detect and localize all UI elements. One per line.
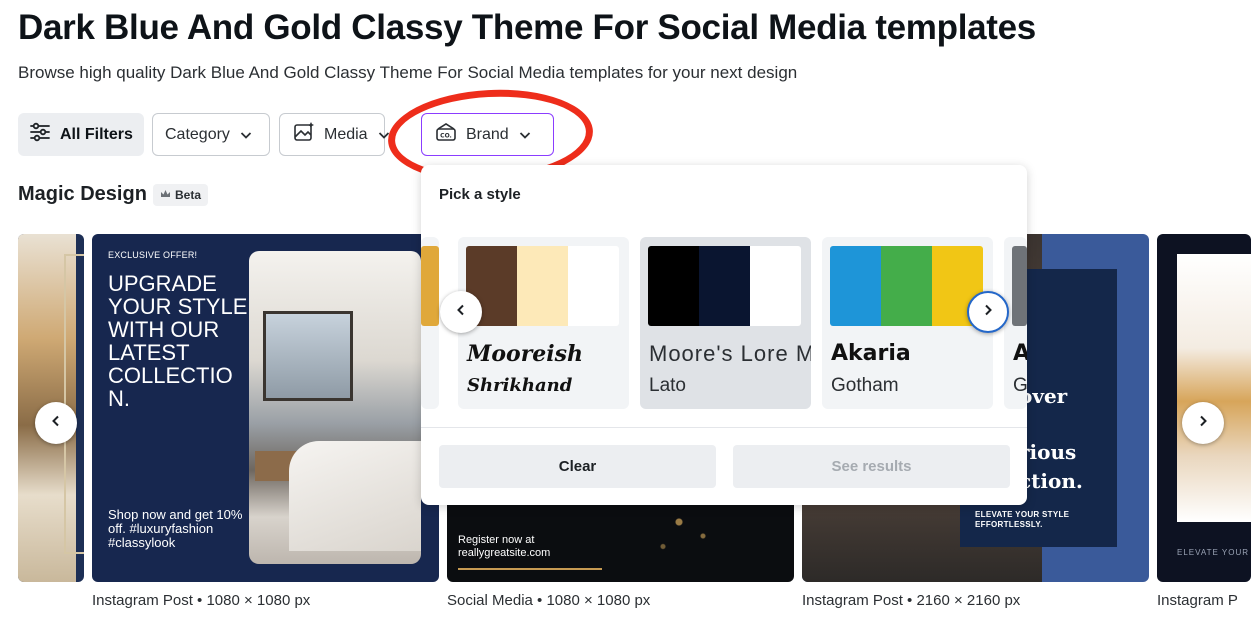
beta-label: Beta bbox=[175, 188, 202, 202]
template-caption: Instagram P bbox=[1157, 592, 1238, 609]
page-title: Dark Blue And Gold Classy Theme For Soci… bbox=[18, 8, 1036, 47]
style-option-partial-right[interactable]: A G bbox=[1004, 237, 1027, 409]
color-swatch bbox=[568, 246, 619, 326]
style-font-primary: A bbox=[1013, 341, 1027, 366]
style-font-primary: Mooreish bbox=[467, 341, 584, 367]
style-font-primary: Akaria bbox=[831, 341, 911, 366]
styles-prev-button[interactable] bbox=[440, 291, 482, 333]
color-swatch bbox=[750, 246, 801, 326]
popover-divider bbox=[421, 427, 1027, 428]
card-footer-text: Shop now and get 10% off. #luxuryfashion… bbox=[108, 507, 243, 550]
styles-next-button[interactable] bbox=[967, 291, 1009, 333]
color-swatches bbox=[830, 246, 983, 326]
room-window bbox=[263, 311, 353, 401]
gold-frame bbox=[64, 254, 84, 554]
media-label: Media bbox=[324, 125, 368, 143]
sliders-icon bbox=[28, 120, 52, 149]
color-swatch bbox=[421, 246, 439, 326]
section-title: Magic Design bbox=[18, 183, 147, 205]
card-register-text: Register now at reallygreatsite.com bbox=[458, 534, 551, 559]
popover-title: Pick a style bbox=[439, 186, 521, 203]
clear-button[interactable]: Clear bbox=[439, 445, 716, 488]
color-swatch bbox=[1012, 246, 1027, 326]
color-swatch bbox=[881, 246, 932, 326]
style-font-secondary: G bbox=[1013, 375, 1027, 396]
card-tagline: ELEVATE YOUR STYLE EFFORTLESSLY. bbox=[975, 510, 1070, 529]
style-font-secondary: Lato bbox=[649, 375, 686, 396]
crown-icon bbox=[160, 188, 171, 202]
category-label: Category bbox=[165, 125, 230, 143]
all-filters-label: All Filters bbox=[60, 125, 133, 143]
room-sofa bbox=[289, 441, 421, 551]
template-caption: Social Media • 1080 × 1080 px bbox=[447, 592, 651, 609]
media-image-icon bbox=[292, 120, 316, 149]
card-text-line2: rious bbox=[1019, 440, 1077, 464]
living-room-photo bbox=[249, 251, 421, 564]
all-filters-button[interactable]: All Filters bbox=[18, 113, 144, 156]
see-results-button[interactable]: See results bbox=[733, 445, 1010, 488]
color-swatch bbox=[648, 246, 699, 326]
carousel-next-button[interactable] bbox=[1182, 402, 1224, 444]
gold-underline bbox=[458, 568, 602, 570]
color-swatches bbox=[648, 246, 801, 326]
template-caption: Instagram Post • 1080 × 1080 px bbox=[92, 592, 311, 609]
card-text-line3: ction. bbox=[1019, 469, 1083, 493]
color-swatch bbox=[830, 246, 881, 326]
page-subtitle: Browse high quality Dark Blue And Gold C… bbox=[18, 63, 798, 82]
carousel-prev-button[interactable] bbox=[35, 402, 77, 444]
chevron-down-icon bbox=[238, 127, 254, 143]
style-font-secondary: Gotham bbox=[831, 375, 899, 396]
style-option-akaria[interactable]: Akaria Gotham bbox=[822, 237, 993, 409]
style-font-primary: Moore's Lore M bbox=[649, 341, 811, 366]
color-swatches bbox=[466, 246, 619, 326]
chevron-left-icon bbox=[49, 414, 63, 433]
color-swatch bbox=[517, 246, 568, 326]
style-option-moores-lore[interactable]: Moore's Lore M Lato bbox=[640, 237, 811, 409]
chevron-right-icon bbox=[981, 303, 995, 322]
style-option-mooreish[interactable]: Mooreish Shrikhand bbox=[458, 237, 629, 409]
style-option-partial[interactable] bbox=[421, 237, 439, 409]
jewelry-photo bbox=[1177, 254, 1251, 522]
color-swatches bbox=[421, 246, 439, 326]
color-swatch bbox=[699, 246, 750, 326]
category-dropdown[interactable]: Category bbox=[152, 113, 270, 156]
color-swatches bbox=[1012, 246, 1027, 326]
template-caption: Instagram Post • 2160 × 2160 px bbox=[802, 592, 1021, 609]
template-card-upgrade-style[interactable]: EXCLUSIVE OFFER! UPGRADE YOUR STYLE WITH… bbox=[92, 234, 439, 582]
beta-badge: Beta bbox=[153, 184, 209, 206]
style-font-secondary: Shrikhand bbox=[467, 375, 573, 396]
card-tagline: ELEVATE YOUR bbox=[1177, 548, 1250, 557]
card-headline: UPGRADE YOUR STYLE WITH OUR LATEST COLLE… bbox=[108, 271, 248, 411]
card-eyebrow: EXCLUSIVE OFFER! bbox=[108, 250, 198, 260]
chevron-right-icon bbox=[1196, 414, 1210, 433]
brand-style-popover: Pick a style Mooreish Shrikhand Moore's … bbox=[421, 165, 1027, 505]
chevron-left-icon bbox=[454, 303, 468, 322]
media-dropdown[interactable]: Media bbox=[279, 113, 389, 156]
